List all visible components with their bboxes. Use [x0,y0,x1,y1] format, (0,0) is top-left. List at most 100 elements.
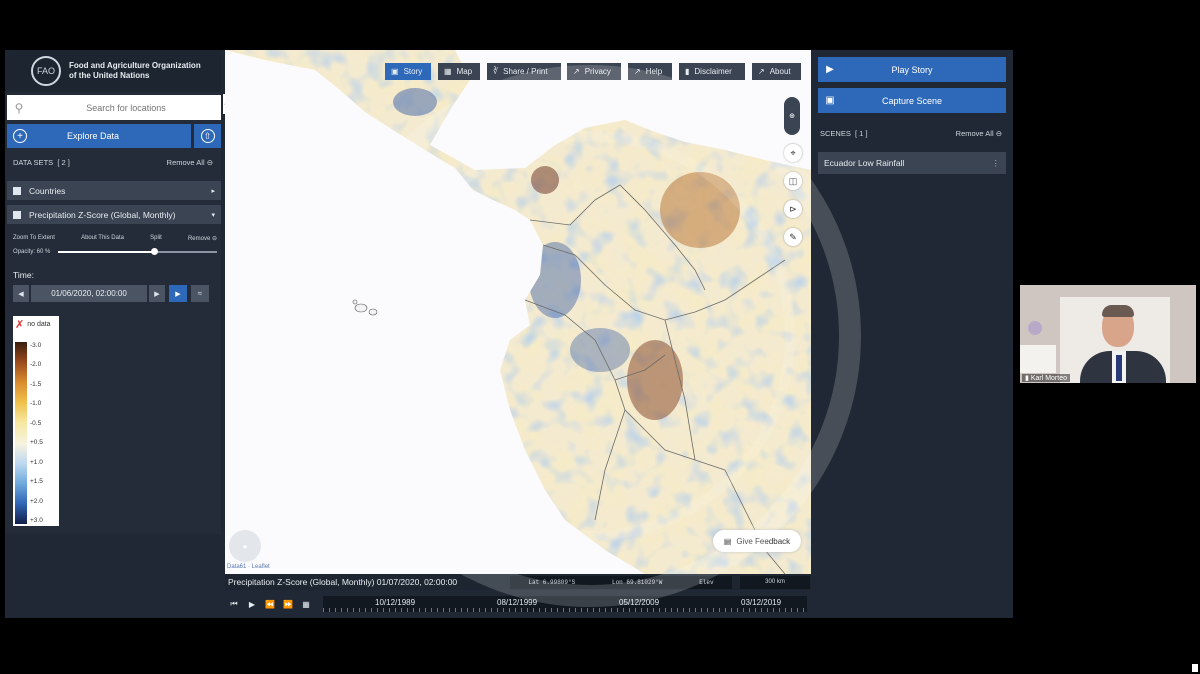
layer-countries[interactable]: Countries ▸ [7,181,221,200]
split-view-button[interactable]: ◫ [784,172,802,190]
video-shelf [1020,345,1056,373]
give-feedback-button[interactable]: ▤ Give Feedback [713,530,801,552]
zoom-control[interactable]: ⊕ [784,97,800,135]
scenes-title: SCENES [820,129,851,138]
legend-no-data-label: no data [27,321,51,328]
upload-data-button[interactable]: ⇧ [194,124,221,148]
time-label: Time: [13,270,34,280]
legend-color-bar [15,342,27,524]
calendar-icon[interactable]: ▦ [297,600,315,609]
datasets-title: DATA SETS [13,158,54,167]
scene-label: Ecuador Low Rainfall [824,158,905,168]
zoom-to-extent-link[interactable]: Zoom To Extent [13,235,55,242]
story-panel: ▶ Play Story ▣ Capture Scene SCENES [ 1 ] … [814,50,1013,618]
capture-scene-label: Capture Scene [881,95,943,106]
measure-button[interactable]: ⊳ [784,200,802,218]
remove-layer-label: Remove [187,236,211,242]
layer-label: Countries [29,185,66,196]
disclaimer-label: Disclaimer [694,67,732,76]
chart-icon[interactable]: ≈ [191,285,209,302]
brand-header[interactable]: FAO Food and Agriculture Organization of… [5,50,221,92]
story-button[interactable]: ▣ Story [385,63,431,80]
share-print-button[interactable]: ∛ Share / Print [487,63,561,80]
legend-label: -3.0 [30,342,42,349]
location-search[interactable]: ⚲ [7,95,221,120]
timeline-date: 05/12/2009 [619,598,660,607]
data61-logo: ● [229,530,261,562]
chevron-right-icon[interactable]: ▸ [211,187,215,195]
crosshair-icon: ⌖ [790,147,796,158]
my-location-button[interactable]: ⌖ [784,144,802,162]
next-time-button[interactable]: ▶ [149,285,165,302]
rewind-icon[interactable]: ⏪ [261,600,279,609]
skip-back-icon[interactable]: ⏮ [225,599,243,609]
explore-data-button[interactable]: + Explore Data [7,124,191,148]
capture-icon: ▣ [825,95,835,106]
remove-circle-icon: ⊖ [995,129,1002,138]
external-link-icon: ↗ [634,67,641,76]
help-label: Help [645,67,663,76]
layer-checkbox[interactable] [13,210,21,219]
more-vertical-icon[interactable]: ⋮ [992,158,1001,169]
data61-logo-icon: ● [242,541,248,551]
plus-circle-icon: + [13,129,27,143]
disclaimer-button[interactable]: ▮ Disclaimer [679,63,745,80]
corner-mark [1192,664,1198,672]
legend-label: +0.5 [30,439,43,447]
play-story-button[interactable]: ▶ Play Story [818,57,1006,82]
legend: ✗ no data -3.0 -2.0 -1.5 -1.0 -0.5 +0.5 +… [13,316,59,526]
map-icon: ▦ [444,67,452,76]
longitude: Lon 69.81029°W [611,578,663,586]
split-link[interactable]: Split [150,235,162,242]
time-value[interactable]: 01/06/2020, 02:00:00 [31,285,147,302]
search-input[interactable] [31,101,221,114]
time-play-icon[interactable]: ▶ [169,285,187,302]
timeline-date: 03/12/2019 [741,598,782,607]
opacity-slider-handle[interactable] [150,248,158,255]
scene-item[interactable]: Ecuador Low Rainfall ⋮ [818,152,1006,174]
chevron-down-icon[interactable]: ▾ [211,211,215,219]
elevation: Elev [699,578,714,586]
remove-circle-icon: ⊖ [206,158,213,167]
previous-time-button[interactable]: ◀ [13,285,29,302]
scenes-remove-all[interactable]: Remove All ⊖ [956,129,1002,138]
layer-checkbox[interactable] [13,186,21,195]
play-icon[interactable]: ▶ [243,600,261,609]
opacity-slider[interactable] [58,248,217,255]
speaker-hair [1102,305,1134,317]
opacity-label: Opacity: 60 % [13,249,51,255]
org-name: Food and Agriculture Organization of the… [69,61,201,81]
timeline-track[interactable]: 10/12/1989 08/12/1999 05/12/2009 03/12/2… [323,596,807,612]
split-icon: ◫ [788,175,798,186]
opacity-slider-fill [58,251,154,253]
draw-button[interactable]: ✎ [784,228,802,246]
layer-precipitation[interactable]: Precipitation Z-Score (Global, Monthly) … [7,205,221,224]
terria-app: FAO Food and Agriculture Organization of… [5,50,1013,618]
about-data-link[interactable]: About This Data [81,235,124,242]
about-label: About [769,67,791,76]
external-link-icon: ↗ [758,67,765,76]
left-panel: FAO Food and Agriculture Organization of… [5,50,221,534]
map-canvas[interactable] [225,50,811,574]
legend-label: -1.5 [30,380,42,388]
help-link[interactable]: ↗ Help [628,63,672,80]
legend-label: +1.5 [30,478,43,486]
map-button[interactable]: ▦ Map [438,63,480,80]
about-link[interactable]: ↗ About [752,63,801,80]
legend-label: -1.0 [30,400,42,408]
map-attribution[interactable]: Data61 · Leaflet [227,564,270,570]
capture-scene-button[interactable]: ▣ Capture Scene [818,88,1006,113]
speaker-name-label: Karl Morteo [1030,375,1067,382]
disclaimer-icon: ▮ [685,67,690,76]
fast-forward-icon[interactable]: ⏩ [279,600,297,609]
remove-layer-link[interactable]: Remove ⊖ [188,235,217,242]
fao-logo: FAO [31,56,61,86]
privacy-link[interactable]: ↗ Privacy [567,63,621,80]
time-selector: ◀ 01/06/2020, 02:00:00 ▶ ▶ ≈ [13,285,213,302]
speaker [1080,305,1166,383]
datasets-remove-all[interactable]: Remove All ⊖ [167,158,213,167]
map-view[interactable]: ▣ Story ▦ Map ∛ Share / Print ↗ Privacy ↗ Hel… [225,50,811,574]
timeline: ⏮ ▶ ⏪ ⏩ ▦ 10/12/1989 08/12/1999 05/12/20… [225,593,811,615]
legend-labels: -3.0 -2.0 -1.5 -1.0 -0.5 +0.5 +1.0 +1.5 … [30,342,43,524]
org-name-line1: Food and Agriculture Organization [69,61,201,70]
